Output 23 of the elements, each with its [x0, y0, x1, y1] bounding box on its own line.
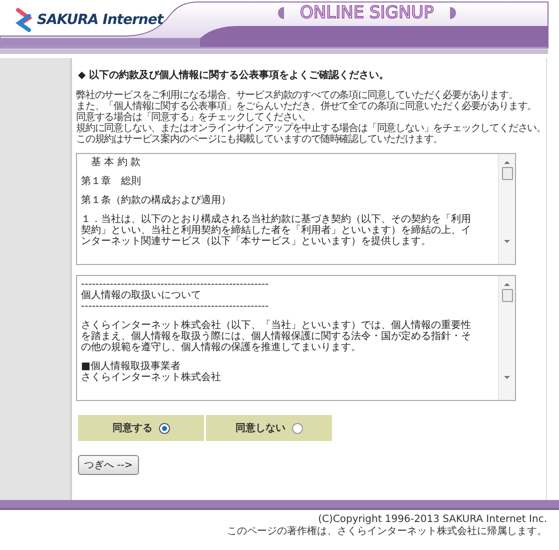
page-title: ONLINE SIGNUP [300, 3, 434, 23]
radio-label: 同意しない [236, 422, 286, 435]
document-paragraph: ---------------------------------------------------- 個人情報の取扱いについて ---------------------------------------------------- [81, 279, 270, 312]
document-box[interactable] [76, 275, 516, 401]
document-box[interactable]: 基 本 約 款 第１章 総則 第１条（約款の構成および適用） １．当社は、以下のとおり構成される当社約款に基づき契約（以下、その契約を「利用 契約」といい、当社と利用契約を締結した者を「利用者」といいます）を締結の上、イ ンターネット関連サービス（以下「本サービス」といいます）を提供します。 [76, 153, 516, 265]
scrollbar[interactable] [498, 154, 515, 264]
notice-text: 弊社のサービスをご利用になる場合、サービス約款のすべての条項に同意していただく必要があります。 また、「個人情報に関する公表事項」をごらんいただき、併せて全ての条項に同意いただく必要があります。 同意する場合は「同意する」をチェックしてください。 規約に同意しない、またはオンラインサインアップを中止する場合は「同意しない」をチェックしてください。 この規約はサービス案内のページにも掲載していますので随時確認していただけます。 [76, 90, 546, 145]
section-heading: ◆ 以下の約款及び個人情報に関する公表事項をよくご確認ください。 [78, 68, 390, 82]
document-paragraph: ■個人情報取扱事業者 さくらインターネット株式会社 [81, 361, 222, 383]
document-paragraph: 第１章 総則 [81, 176, 142, 187]
next-button[interactable]: つぎへ --> [78, 455, 139, 475]
document-paragraph: さくらインターネット株式会社（以下、「当社」といいます）では、個人情報の重要性 を踏まえ、個人情報を取扱う際には、個人情報保護に関する法令・国が定める指針・そ の他の規範を遵守し、個人情報の保護を推進してまいります。 [81, 320, 472, 353]
ownership-text: このページの著作権は、さくらインターネット株式会社に帰属します。 [226, 526, 547, 538]
scrollbar[interactable] [498, 276, 515, 400]
logo-text: SAKURA Internet [37, 12, 164, 28]
radio-button[interactable] [292, 422, 302, 434]
document-paragraph: 基 本 約 款 [90, 157, 142, 168]
copyright-text: (C)Copyright 1996-2013 SAKURA Internet Inc. [317, 514, 547, 526]
document-paragraph: 第１条（約款の構成および適用） [81, 195, 232, 206]
document-paragraph: １．当社は、以下のとおり構成される当社約款に基づき契約（以下、その契約を「利用 契約」といい、当社と利用契約を締結した者を「利用者」といいます）を締結の上、イ ンターネット関連サービス（以下「本サービス」といいます）を提供します。 [81, 214, 472, 247]
logo-icon [14, 7, 34, 33]
radio-label: 同意する [112, 422, 152, 435]
radio-button[interactable] [158, 422, 170, 434]
